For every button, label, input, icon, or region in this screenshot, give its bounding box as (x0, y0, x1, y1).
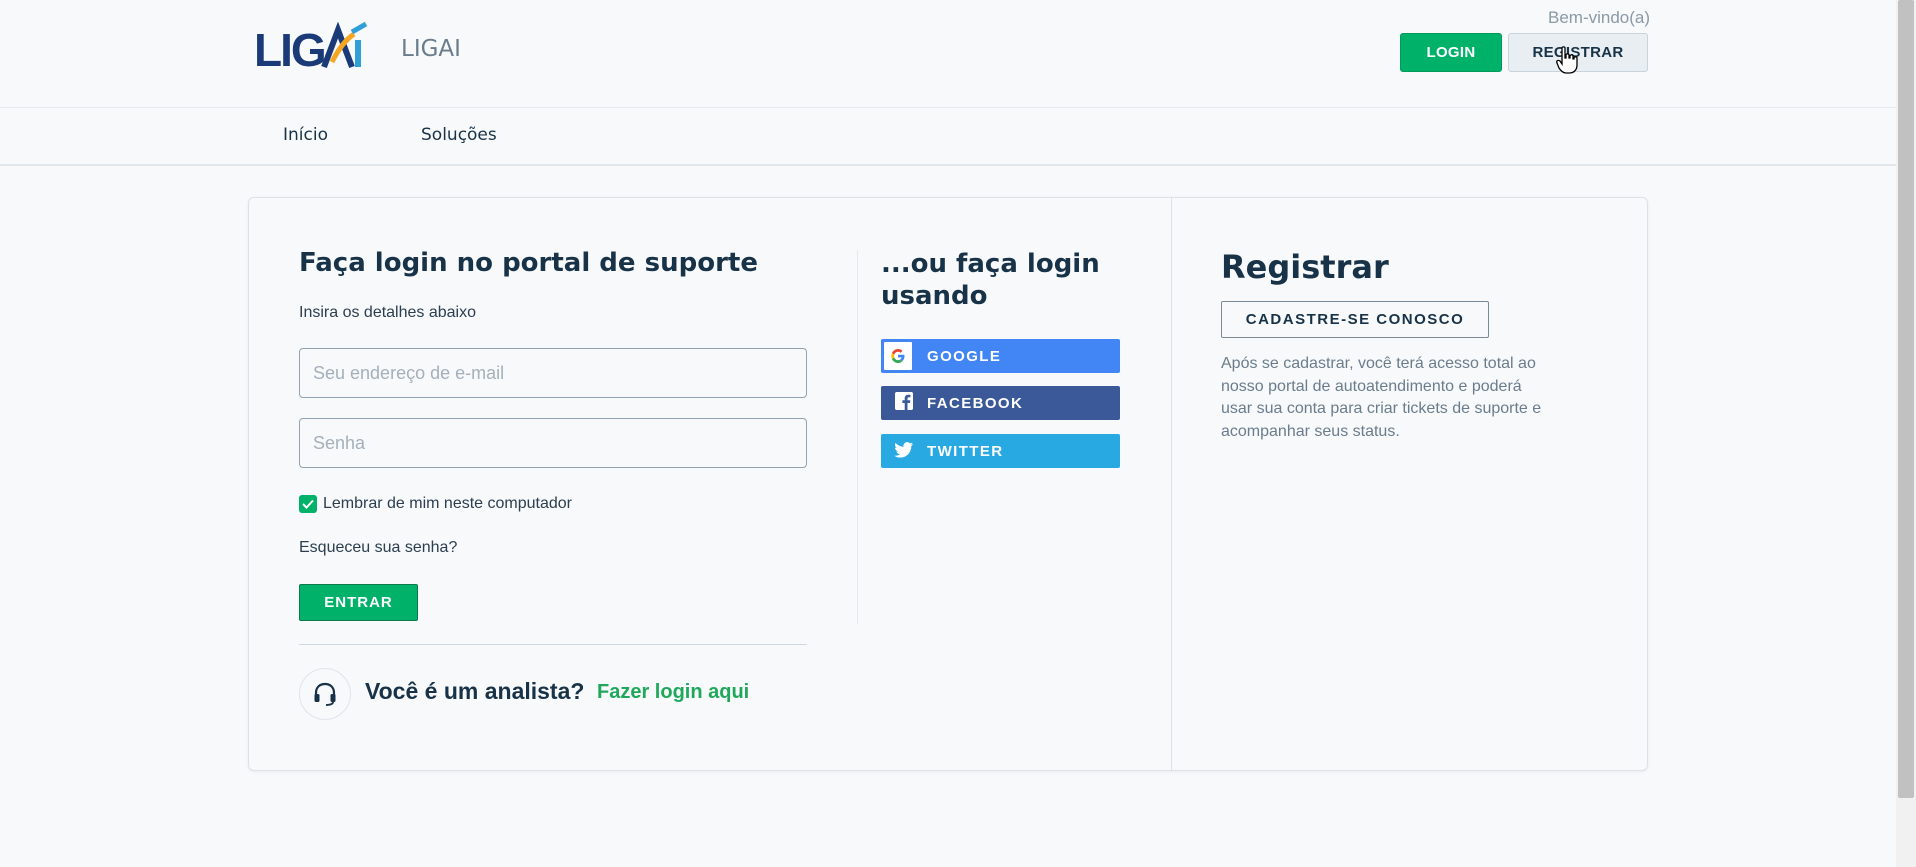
register-title: Registrar (1221, 248, 1389, 286)
social-title: ...ou faça login usando (881, 249, 1100, 311)
remember-me[interactable]: Lembrar de mim neste computador (299, 495, 572, 513)
email-input[interactable] (299, 348, 807, 398)
login-title: Faça login no portal de suporte (299, 248, 758, 278)
enter-button[interactable]: ENTRAR (299, 584, 418, 621)
google-login-button[interactable]: GOOGLE (881, 339, 1120, 373)
login-card: Faça login no portal de suporte Insira o… (248, 197, 1648, 771)
facebook-label: FACEBOOK (927, 395, 1024, 412)
analyst-login-link[interactable]: Fazer login aqui (597, 681, 749, 704)
remember-checkbox[interactable] (299, 495, 317, 513)
twitter-login-button[interactable]: TWITTER (881, 434, 1120, 468)
scrollbar-track[interactable] (1896, 0, 1916, 867)
remember-label: Lembrar de mim neste computador (323, 495, 572, 512)
forgot-password-link[interactable]: Esqueceu sua senha? (299, 539, 457, 557)
nav-item-solucoes[interactable]: Soluções (421, 125, 497, 145)
login-subtitle: Insira os detalhes abaixo (299, 304, 476, 321)
check-icon (302, 499, 314, 509)
login-separator (299, 644, 807, 645)
google-icon (884, 342, 912, 370)
facebook-icon (895, 392, 913, 410)
analyst-badge (299, 668, 351, 720)
signup-button[interactable]: CADASTRE-SE CONOSCO (1221, 301, 1489, 338)
nav-item-inicio[interactable]: Início (283, 125, 328, 145)
header: LIG LIGAI Bem-vindo(a) LOGIN REGISTRAR (0, 0, 1896, 108)
brand-name: LIGAI (401, 36, 461, 62)
main-nav: Início Soluções (0, 108, 1896, 166)
twitter-label: TWITTER (927, 443, 1004, 460)
password-input[interactable] (299, 418, 807, 468)
facebook-login-button[interactable]: FACEBOOK (881, 386, 1120, 420)
headset-icon (314, 682, 336, 706)
hand-cursor-icon (1556, 46, 1578, 74)
ligai-logo[interactable]: LIG (254, 22, 369, 74)
twitter-icon (894, 442, 913, 458)
social-divider (857, 250, 858, 624)
header-register-button[interactable]: REGISTRAR (1508, 33, 1648, 72)
scrollbar-thumb[interactable] (1898, 0, 1914, 798)
card-divider (1171, 198, 1172, 770)
page: LIG LIGAI Bem-vindo(a) LOGIN REGISTRAR I… (0, 0, 1916, 867)
analyst-question: Você é um analista? (365, 678, 585, 704)
register-description: Após se cadastrar, você terá acesso tota… (1221, 355, 1542, 440)
welcome-text: Bem-vindo(a) (1548, 8, 1651, 27)
header-login-button[interactable]: LOGIN (1400, 33, 1502, 72)
google-label: GOOGLE (927, 348, 1002, 365)
svg-text:LIG: LIG (254, 24, 325, 74)
